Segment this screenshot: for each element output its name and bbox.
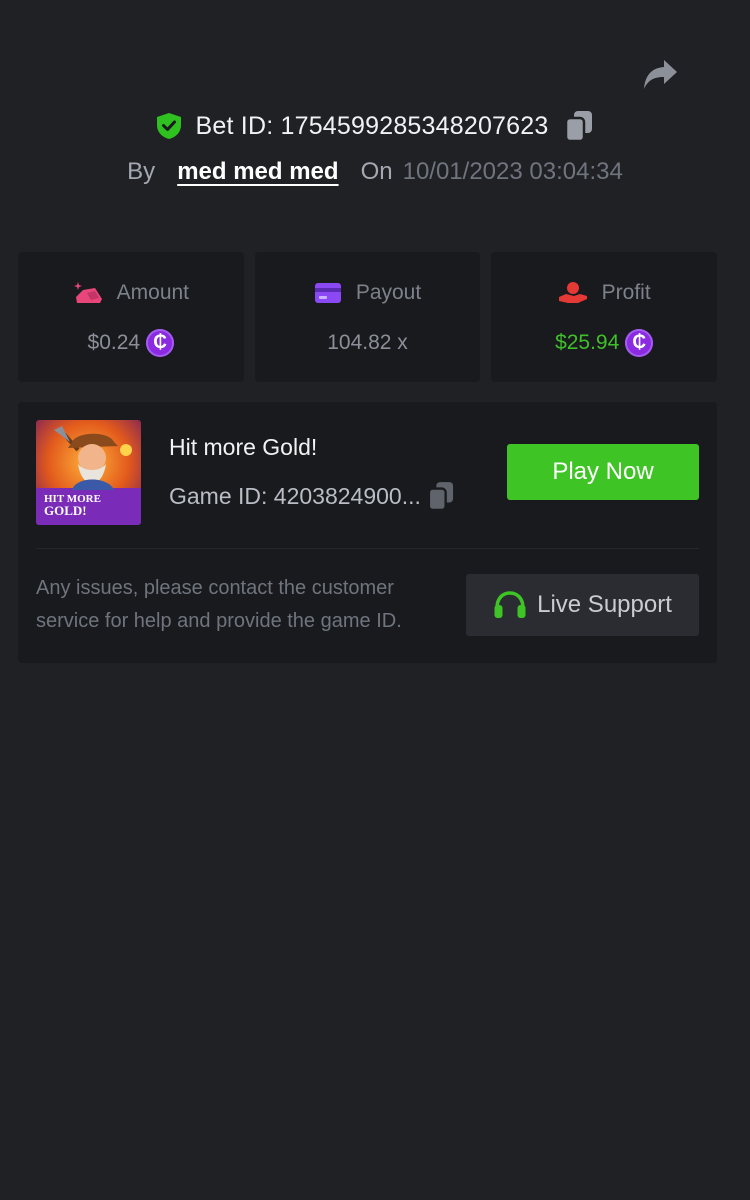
coin-icon: ₵	[625, 329, 654, 357]
shield-check-icon	[156, 113, 181, 139]
share-button[interactable]	[640, 56, 680, 92]
username-link[interactable]: med med med	[177, 158, 338, 186]
card-icon	[314, 283, 341, 303]
coin-icon: ₵	[146, 329, 175, 357]
help-text: Any issues, please contact the customer …	[36, 577, 402, 632]
game-title: Hit more Gold!	[169, 434, 318, 460]
copy-game-id-button[interactable]	[427, 480, 455, 512]
game-panel: HIT MORE GOLD! Hit more Gold! Game ID: 4…	[18, 402, 717, 663]
game-id-row: Game ID: 4203824900...	[169, 479, 455, 513]
bet-stats: Amount $0.24 ₵ Payout 104.82 x Profit $2…	[18, 252, 718, 382]
bet-meta-row: By med med med On 10/01/2023 03:04:34	[0, 154, 750, 190]
by-label: By	[127, 158, 156, 185]
game-artwork: HIT MORE GOLD!	[36, 420, 141, 525]
copy-bet-id-button[interactable]	[564, 109, 594, 143]
bet-id-text: Bet ID: 1754599285348207623	[195, 111, 549, 140]
amount-value: $0.24	[87, 331, 141, 354]
payout-value: 104.82 x	[327, 331, 408, 354]
amount-label: Amount	[116, 281, 190, 304]
profit-hand-icon	[558, 282, 587, 303]
copy-icon	[565, 111, 593, 142]
copy-icon	[427, 482, 453, 511]
game-id-text: Game ID: 4203824900...	[169, 482, 421, 509]
share-icon	[644, 60, 677, 89]
game-artwork-text: GOLD!	[44, 503, 87, 518]
live-support-button[interactable]: Live Support	[466, 574, 699, 636]
bet-id-row: Bet ID: 1754599285348207623	[0, 106, 750, 146]
profit-card: Profit $25.94 ₵	[491, 252, 718, 382]
game-thumbnail[interactable]: HIT MORE GOLD!	[36, 420, 141, 525]
headset-icon	[494, 591, 526, 618]
amount-icon	[73, 282, 102, 303]
payout-label: Payout	[355, 281, 422, 304]
live-support-label: Live Support	[537, 591, 672, 618]
play-now-button[interactable]: Play Now	[507, 444, 699, 500]
bet-datetime: 10/01/2023 03:04:34	[402, 158, 623, 185]
profit-value: $25.94	[555, 331, 620, 354]
on-label: On	[360, 158, 393, 185]
payout-card: Payout 104.82 x	[254, 252, 481, 382]
profit-label: Profit	[601, 281, 651, 304]
bet-detail-page: Bet ID: 1754599285348207623 By med med m…	[0, 0, 750, 1200]
amount-card: Amount $0.24 ₵	[18, 252, 244, 382]
divider	[36, 548, 699, 549]
